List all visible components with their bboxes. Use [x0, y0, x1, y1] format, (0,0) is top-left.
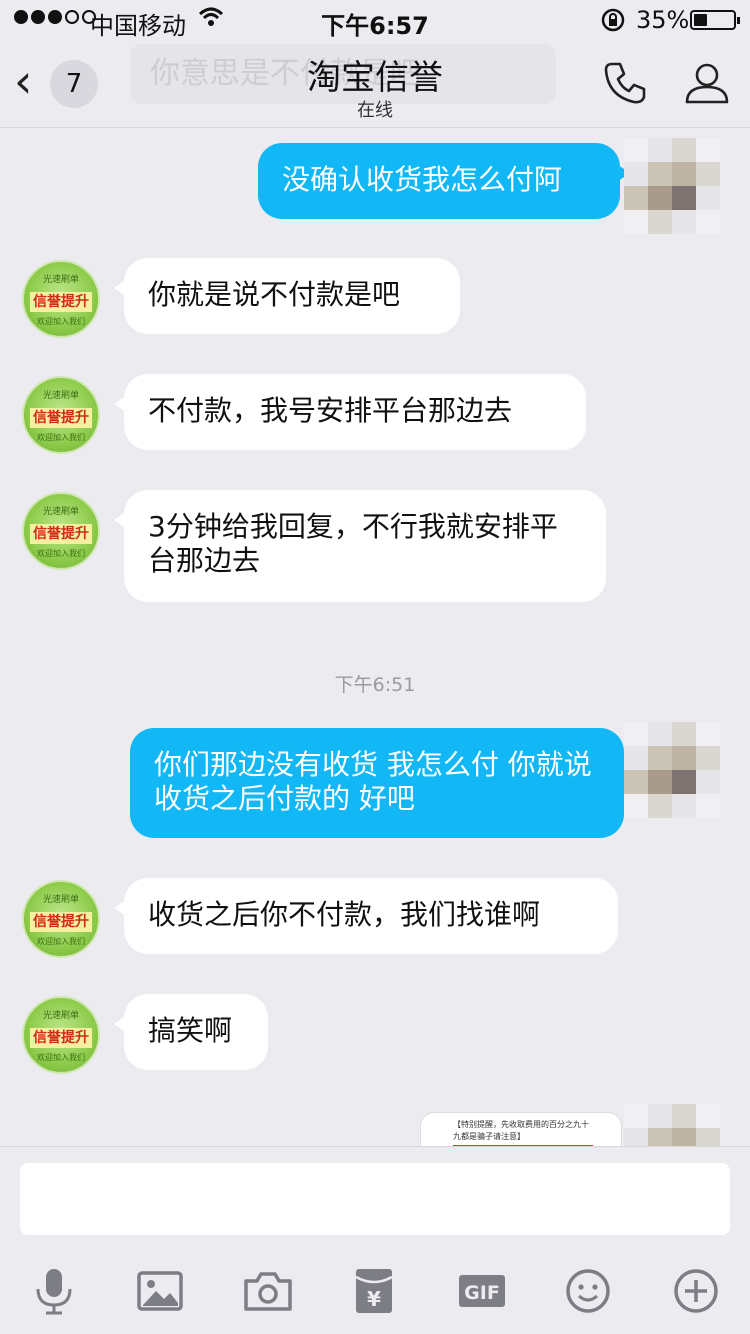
- incoming-message-bubble[interactable]: 不付款，我号安排平台那边去: [114, 374, 586, 450]
- input-toolbar: ¥ GIF: [0, 1255, 750, 1325]
- contact-avatar[interactable]: 光速刷单 信誉提升 欢迎加入我们: [22, 492, 100, 570]
- status-bar: 中国移动 下午6:57 35%: [0, 0, 750, 40]
- card-text: 【特别提醒，先收取费用的百分之九十九都是骗子请注意】: [453, 1120, 589, 1141]
- battery-percent: 35%: [636, 6, 690, 34]
- contact-avatar[interactable]: 光速刷单 信誉提升 欢迎加入我们: [22, 260, 100, 338]
- outgoing-message-bubble[interactable]: 没确认收货我怎么付阿: [258, 143, 630, 219]
- contact-avatar[interactable]: 光速刷单 信誉提升 欢迎加入我们: [22, 880, 100, 958]
- message-row: 光速刷单 信誉提升 欢迎加入我们 3分钟给我回复，不行我就安排平台那边去: [0, 490, 750, 606]
- message-input[interactable]: [20, 1163, 730, 1235]
- incoming-message-bubble[interactable]: 收货之后你不付款，我们找谁啊: [114, 878, 618, 954]
- incoming-message-bubble[interactable]: 你就是说不付款是吧: [114, 258, 460, 334]
- phone-icon[interactable]: [600, 58, 650, 108]
- profile-icon[interactable]: [682, 58, 732, 108]
- chat-header: 你意思是不付款是吧 ‹ 7 淘宝信誉 在线: [0, 40, 750, 128]
- message-row: 光速刷单 信誉提升 欢迎加入我们 你就是说不付款是吧: [0, 258, 750, 338]
- message-row: 你们那边没有收货 我怎么付 你就说 收货之后付款的 好吧: [0, 718, 750, 842]
- input-area: ¥ GIF: [0, 1146, 750, 1334]
- plus-icon[interactable]: [668, 1263, 724, 1319]
- self-avatar-mosaic: [624, 138, 720, 234]
- message-row: 没确认收货我怎么付阿: [0, 138, 750, 234]
- gif-label: GIF: [464, 1282, 500, 1304]
- message-row: 光速刷单 信誉提升 欢迎加入我们 搞笑啊: [0, 994, 750, 1074]
- self-avatar-mosaic: [624, 722, 720, 818]
- message-timestamp: 下午6:51: [334, 674, 416, 696]
- microphone-icon[interactable]: [26, 1263, 82, 1319]
- battery-icon: [690, 10, 740, 30]
- message-row: 光速刷单 信誉提升 欢迎加入我们 收货之后你不付款，我们找谁啊: [0, 878, 750, 958]
- image-icon[interactable]: [132, 1263, 188, 1319]
- incoming-message-bubble[interactable]: 3分钟给我回复，不行我就安排平台那边去: [114, 490, 606, 602]
- red-packet-icon[interactable]: ¥: [346, 1263, 402, 1319]
- contact-avatar[interactable]: 光速刷单 信誉提升 欢迎加入我们: [22, 376, 100, 454]
- emoji-icon[interactable]: [560, 1263, 616, 1319]
- incoming-message-bubble[interactable]: 搞笑啊: [114, 994, 268, 1070]
- message-row: 光速刷单 信誉提升 欢迎加入我们 不付款，我号安排平台那边去: [0, 374, 750, 454]
- yuan-label: ¥: [367, 1287, 381, 1311]
- contact-avatar[interactable]: 光速刷单 信誉提升 欢迎加入我们: [22, 996, 100, 1074]
- gif-icon[interactable]: GIF: [454, 1263, 510, 1319]
- outgoing-message-bubble[interactable]: 你们那边没有收货 我怎么付 你就说 收货之后付款的 好吧: [130, 728, 634, 838]
- camera-icon[interactable]: [240, 1263, 296, 1319]
- orientation-lock-icon: [600, 7, 626, 39]
